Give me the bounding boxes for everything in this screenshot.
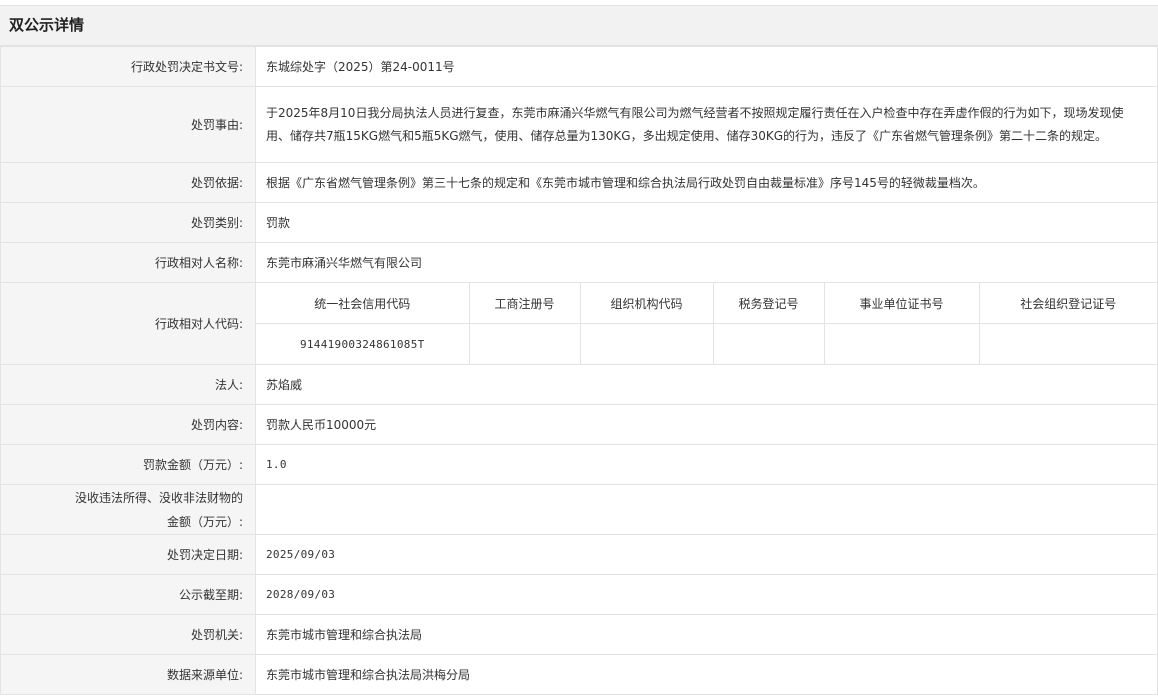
code-value-business-reg <box>468 323 581 364</box>
value-legal-person: 苏焰威 <box>255 364 1158 405</box>
label-legal-person: 法人: <box>0 364 256 405</box>
row-legal-person: 法人: 苏焰威 <box>0 364 1158 405</box>
value-content: 罚款人民币10000元 <box>255 404 1158 445</box>
label-source: 数据来源单位: <box>0 654 256 695</box>
row-decision-date: 处罚决定日期: 2025/09/03 <box>0 534 1158 575</box>
value-doc-no: 东城综处字（2025）第24-0011号 <box>255 46 1158 87</box>
value-authority: 东莞市城市管理和综合执法局 <box>255 614 1158 655</box>
code-header-uscc: 统一社会信用代码 <box>256 283 470 324</box>
row-source: 数据来源单位: 东莞市城市管理和综合执法局洪梅分局 <box>0 654 1158 695</box>
code-value-social-org <box>978 323 1157 364</box>
code-header-institution-cert: 事业单位证书号 <box>823 283 980 324</box>
label-party-name: 行政相对人名称: <box>0 242 256 283</box>
party-code-cell: 统一社会信用代码 工商注册号 组织机构代码 税务登记号 事业单位证书号 社会组织… <box>255 282 1158 365</box>
code-header-tax-reg: 税务登记号 <box>712 283 825 324</box>
value-publicity-end: 2028/09/03 <box>255 574 1158 615</box>
label-party-code: 行政相对人代码: <box>0 282 256 365</box>
detail-panel: 双公示详情 行政处罚决定书文号: 东城综处字（2025）第24-0011号 处罚… <box>0 0 1158 695</box>
label-basis: 处罚依据: <box>0 162 256 203</box>
label-confiscation: 没收违法所得、没收非法财物的 金额（万元）: <box>0 484 256 535</box>
label-fine: 罚款金额（万元）: <box>0 444 256 485</box>
code-header-org-code: 组织机构代码 <box>579 283 714 324</box>
value-reason: 于2025年8月10日我分局执法人员进行复查，东莞市麻涌兴华燃气有限公司为燃气经… <box>255 86 1158 163</box>
row-content: 处罚内容: 罚款人民币10000元 <box>0 404 1158 445</box>
label-content: 处罚内容: <box>0 404 256 445</box>
row-party-name: 行政相对人名称: 东莞市麻涌兴华燃气有限公司 <box>0 242 1158 283</box>
label-authority: 处罚机关: <box>0 614 256 655</box>
row-authority: 处罚机关: 东莞市城市管理和综合执法局 <box>0 614 1158 655</box>
row-confiscation: 没收违法所得、没收非法财物的 金额（万元）: <box>0 484 1158 535</box>
reason-text: 于2025年8月10日我分局执法人员进行复查，东莞市麻涌兴华燃气有限公司为燃气经… <box>266 105 1124 143</box>
value-party-name: 东莞市麻涌兴华燃气有限公司 <box>255 242 1158 283</box>
code-value-tax-reg <box>712 323 825 364</box>
label-confiscation-line2: 金额（万元）: <box>166 514 243 529</box>
label-publicity-end: 公示截至期: <box>0 574 256 615</box>
row-basis: 处罚依据: 根据《广东省燃气管理条例》第三十七条的规定和《东莞市城市管理和综合执… <box>0 162 1158 203</box>
party-code-header-row: 统一社会信用代码 工商注册号 组织机构代码 税务登记号 事业单位证书号 社会组织… <box>256 283 1157 324</box>
value-category: 罚款 <box>255 202 1158 243</box>
label-confiscation-line1: 没收违法所得、没收非法财物的 <box>74 490 243 505</box>
code-header-business-reg: 工商注册号 <box>468 283 581 324</box>
value-confiscation <box>255 484 1158 535</box>
code-value-institution-cert <box>823 323 980 364</box>
code-value-org-code <box>579 323 714 364</box>
value-fine: 1.0 <box>255 444 1158 485</box>
code-value-uscc: 91441900324861085T <box>256 323 470 364</box>
row-publicity-end: 公示截至期: 2028/09/03 <box>0 574 1158 615</box>
row-fine: 罚款金额（万元）: 1.0 <box>0 444 1158 485</box>
row-party-code: 行政相对人代码: 统一社会信用代码 工商注册号 组织机构代码 税务登记号 事业单… <box>0 282 1158 365</box>
value-basis: 根据《广东省燃气管理条例》第三十七条的规定和《东莞市城市管理和综合执法局行政处罚… <box>255 162 1158 203</box>
label-doc-no: 行政处罚决定书文号: <box>0 46 256 87</box>
code-header-social-org: 社会组织登记证号 <box>978 283 1157 324</box>
label-reason: 处罚事由: <box>0 86 256 163</box>
row-doc-no: 行政处罚决定书文号: 东城综处字（2025）第24-0011号 <box>0 46 1158 87</box>
row-category: 处罚类别: 罚款 <box>0 202 1158 243</box>
row-reason: 处罚事由: 于2025年8月10日我分局执法人员进行复查，东莞市麻涌兴华燃气有限… <box>0 86 1158 163</box>
value-decision-date: 2025/09/03 <box>255 534 1158 575</box>
detail-table: 行政处罚决定书文号: 东城综处字（2025）第24-0011号 处罚事由: 于2… <box>0 46 1158 695</box>
page-title: 双公示详情 <box>0 5 1158 46</box>
party-code-table: 统一社会信用代码 工商注册号 组织机构代码 税务登记号 事业单位证书号 社会组织… <box>256 283 1157 364</box>
label-decision-date: 处罚决定日期: <box>0 534 256 575</box>
party-code-value-row: 91441900324861085T <box>256 323 1157 364</box>
label-category: 处罚类别: <box>0 202 256 243</box>
value-source: 东莞市城市管理和综合执法局洪梅分局 <box>255 654 1158 695</box>
